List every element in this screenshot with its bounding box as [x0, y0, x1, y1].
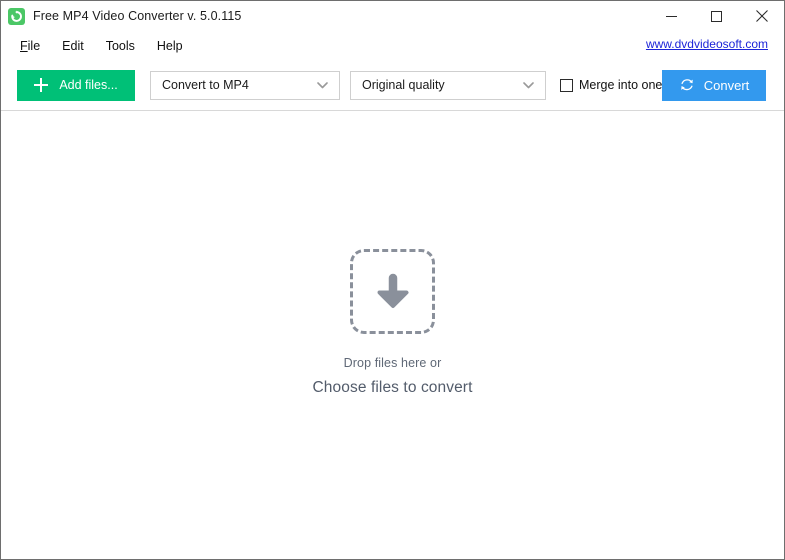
window-controls: [649, 1, 784, 31]
app-window: Free MP4 Video Converter v. 5.0.115 File…: [0, 0, 785, 560]
close-icon: [755, 10, 768, 22]
drop-target-outline[interactable]: [350, 249, 435, 334]
chevron-down-icon: [317, 72, 328, 99]
download-arrow-icon: [377, 273, 408, 308]
menu-file-rest: ile: [27, 38, 41, 53]
menu-item-tools[interactable]: Tools: [95, 36, 146, 56]
output-format-dropdown[interactable]: Convert to MP4: [150, 70, 340, 100]
maximize-icon: [711, 10, 722, 22]
menu-item-edit[interactable]: Edit: [51, 36, 95, 56]
refresh-icon: [679, 77, 695, 93]
drop-hint-line1: Drop files here or: [343, 356, 442, 370]
title-bar: Free MP4 Video Converter v. 5.0.115: [1, 1, 784, 31]
website-link[interactable]: www.dvdvideosoft.com: [646, 37, 768, 51]
menu-bar: File Edit Tools Help www.dvdvideosoft.co…: [1, 31, 784, 60]
close-button[interactable]: [739, 1, 784, 31]
window-title: Free MP4 Video Converter v. 5.0.115: [33, 9, 242, 23]
add-files-label: Add files...: [59, 78, 118, 92]
menu-file-accel: F: [20, 38, 28, 53]
chevron-down-icon: [523, 72, 534, 99]
minimize-icon: [666, 15, 677, 17]
convert-button[interactable]: Convert: [662, 69, 766, 101]
minimize-button[interactable]: [649, 1, 694, 31]
menu-item-file[interactable]: File: [9, 36, 51, 56]
convert-label: Convert: [703, 77, 750, 93]
quality-dropdown[interactable]: Original quality: [350, 70, 546, 100]
maximize-button[interactable]: [694, 1, 739, 31]
output-format-value: Convert to MP4: [162, 78, 249, 92]
plus-icon: [34, 78, 49, 92]
refresh-circle-icon: [8, 7, 25, 25]
menu-item-help[interactable]: Help: [146, 36, 194, 56]
file-drop-zone[interactable]: Drop files here or Choose files to conve…: [1, 249, 784, 397]
content-area: Drop files here or Choose files to conve…: [1, 111, 784, 559]
quality-value: Original quality: [362, 78, 445, 92]
checkbox-box-icon[interactable]: [560, 78, 573, 92]
drop-hint-line2[interactable]: Choose files to convert: [313, 379, 473, 397]
add-files-button[interactable]: Add files...: [17, 69, 135, 101]
toolbar: Add files... Convert to MP4 Original qua…: [1, 60, 784, 111]
